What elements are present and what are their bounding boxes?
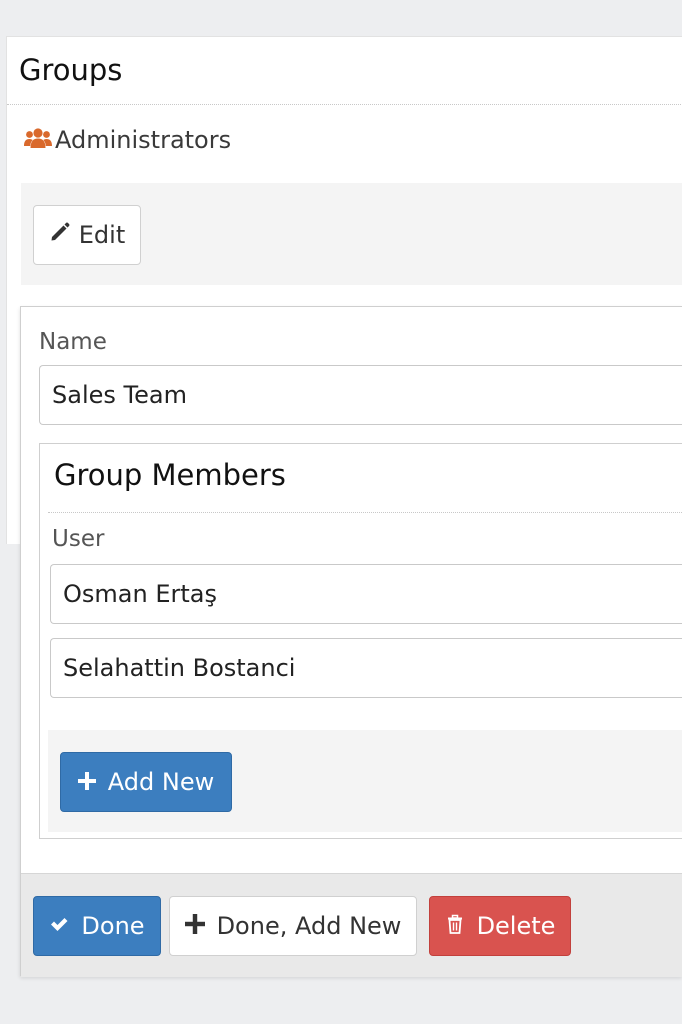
- user-select-2[interactable]: Selahattin Bostanci: [50, 638, 682, 698]
- page: Groups Administrators Edit Name Sales Te…: [0, 0, 682, 1024]
- edit-button[interactable]: Edit: [33, 205, 141, 265]
- name-label: Name: [39, 329, 107, 355]
- group-editor-panel: Name Sales Team Group Members User Osman…: [20, 306, 682, 977]
- pencil-icon: [49, 221, 71, 249]
- add-new-label: Add New: [107, 768, 215, 796]
- done-add-new-button[interactable]: Done, Add New: [169, 896, 417, 956]
- add-member-toolbar: Add New: [48, 730, 682, 832]
- check-icon: [49, 912, 69, 940]
- edit-button-label: Edit: [78, 221, 126, 249]
- name-input[interactable]: Sales Team: [39, 365, 682, 425]
- trash-icon: [445, 912, 465, 940]
- plus-icon: [77, 768, 96, 796]
- user-select-1[interactable]: Osman Ertaş: [50, 564, 682, 624]
- title-divider: [7, 104, 682, 105]
- add-new-member-button[interactable]: Add New: [60, 752, 232, 812]
- group-members-section: Group Members User Osman Ertaş Selahatti…: [39, 443, 682, 839]
- delete-button[interactable]: Delete: [429, 896, 571, 956]
- members-divider: [48, 512, 682, 513]
- done-button[interactable]: Done: [33, 896, 161, 956]
- edit-toolbar: Edit: [21, 183, 682, 285]
- users-icon: [23, 126, 53, 154]
- user-label: User: [52, 526, 105, 552]
- group-item-administrators[interactable]: Administrators: [23, 125, 231, 155]
- editor-footer: Done Done, Add New Delete: [21, 873, 682, 977]
- delete-label: Delete: [476, 912, 556, 940]
- plus-icon: [184, 912, 205, 940]
- done-add-new-label: Done, Add New: [216, 912, 402, 940]
- group-members-title: Group Members: [54, 458, 286, 492]
- done-label: Done: [81, 912, 145, 940]
- page-title: Groups: [19, 53, 123, 87]
- group-name: Administrators: [55, 126, 232, 154]
